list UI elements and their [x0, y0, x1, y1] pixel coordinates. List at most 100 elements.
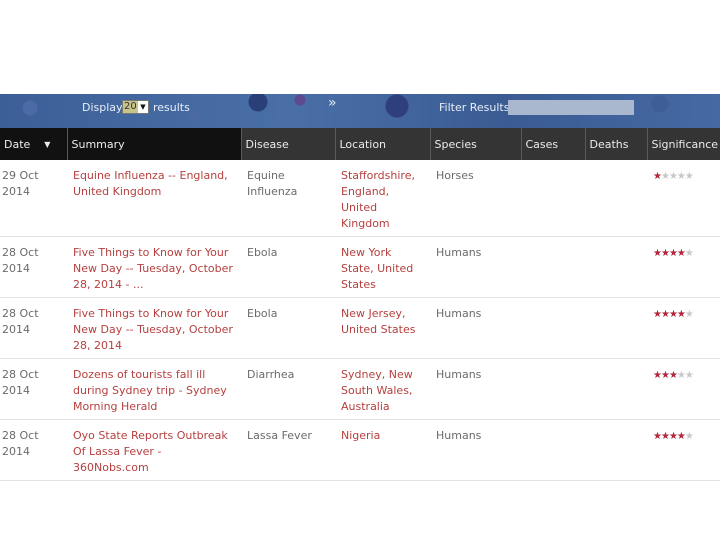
cell-summary: Oyo State Reports Outbreak Of Lassa Feve… — [67, 419, 241, 481]
cell-summary: Dozens of tourists fall ill during Sydne… — [67, 358, 241, 420]
cell-location: Sydney, New South Wales, Australia — [335, 358, 430, 420]
filter-results-label: Filter Results — [439, 101, 510, 114]
cell-significance: ★★★★★ — [647, 297, 720, 359]
star-icon: ★ — [668, 171, 678, 182]
star-icon: ★ — [684, 309, 694, 320]
column-header-disease[interactable]: Disease — [241, 128, 336, 160]
cell-disease: Equine Influenza — [241, 160, 335, 237]
summary-link[interactable]: Oyo State Reports Outbreak Of Lassa Feve… — [73, 429, 228, 474]
cell-date: 28 Oct 2014 — [0, 358, 67, 420]
cell-deaths — [585, 236, 647, 298]
summary-link[interactable]: Five Things to Know for Your New Day -- … — [73, 307, 233, 352]
cell-location: New Jersey, United States — [335, 297, 430, 359]
location-link[interactable]: New Jersey, United States — [341, 307, 416, 336]
dropdown-arrow-icon: ▼ — [138, 101, 148, 113]
table-row: 28 Oct 2014 Dozens of tourists fall ill d… — [0, 358, 720, 420]
cell-deaths — [585, 419, 647, 481]
star-icon: ★ — [684, 431, 694, 442]
cell-species: Horses — [430, 160, 521, 237]
location-link[interactable]: Staffordshire, England, United Kingdom — [341, 169, 415, 230]
summary-link[interactable]: Equine Influenza -- England, United King… — [73, 169, 228, 198]
cell-species: Humans — [430, 358, 521, 420]
cell-significance: ★★★★★ — [647, 160, 720, 237]
star-icon: ★ — [684, 171, 694, 182]
cell-cases — [521, 358, 585, 420]
table-row: 28 Oct 2014 Five Things to Know for Your … — [0, 297, 720, 359]
cell-disease: Ebola — [241, 297, 335, 359]
display-suffix-label: results — [153, 101, 190, 114]
star-icon: ★ — [676, 248, 686, 259]
star-icon: ★ — [676, 171, 686, 182]
cell-significance: ★★★★★ — [647, 236, 720, 298]
star-icon: ★ — [660, 171, 670, 182]
cell-location: New York State, United States — [335, 236, 430, 298]
star-icon: ★ — [653, 248, 662, 259]
cell-cases — [521, 419, 585, 481]
star-icon: ★ — [684, 248, 694, 259]
star-icon: ★ — [653, 171, 662, 182]
cell-date: 28 Oct 2014 — [0, 236, 67, 298]
results-table: Date ▼ Summary Disease Location Species C… — [0, 128, 720, 481]
cell-deaths — [585, 160, 647, 237]
table-row: 29 Oct 2014 Equine Influenza -- England, … — [0, 160, 720, 237]
significance-rating: ★★★★★ — [653, 370, 694, 381]
cell-summary: Five Things to Know for Your New Day -- … — [67, 236, 241, 298]
significance-rating: ★★★★★ — [653, 309, 694, 320]
cell-location: Staffordshire, England, United Kingdom — [335, 160, 430, 237]
column-header-date[interactable]: Date ▼ — [0, 128, 68, 160]
summary-link[interactable]: Dozens of tourists fall ill during Sydne… — [73, 368, 227, 413]
cell-summary: Five Things to Know for Your New Day -- … — [67, 297, 241, 359]
filter-results-input[interactable] — [508, 100, 634, 115]
significance-rating: ★★★★★ — [653, 171, 694, 182]
cell-species: Humans — [430, 236, 521, 298]
cell-disease: Ebola — [241, 236, 335, 298]
cell-cases — [521, 297, 585, 359]
display-count-value: 20 — [124, 101, 137, 112]
cell-species: Humans — [430, 419, 521, 481]
column-header-summary[interactable]: Summary — [67, 128, 242, 160]
location-link[interactable]: Nigeria — [341, 429, 380, 442]
cell-deaths — [585, 358, 647, 420]
significance-rating: ★★★★★ — [653, 431, 694, 442]
cell-significance: ★★★★★ — [647, 419, 720, 481]
cell-deaths — [585, 297, 647, 359]
star-icon: ★ — [653, 431, 662, 442]
column-header-deaths[interactable]: Deaths — [585, 128, 648, 160]
double-chevron-down-icon[interactable]: » — [328, 95, 337, 111]
star-icon: ★ — [660, 431, 670, 442]
star-icon: ★ — [660, 248, 670, 259]
column-header-species[interactable]: Species — [430, 128, 522, 160]
cell-location: Nigeria — [335, 419, 430, 481]
display-count-select[interactable]: 20 ▼ — [122, 100, 149, 114]
cell-disease: Diarrhea — [241, 358, 335, 420]
sort-desc-icon: ▼ — [44, 140, 51, 149]
table-header: Date ▼ Summary Disease Location Species C… — [0, 128, 720, 160]
cell-disease: Lassa Fever — [241, 419, 335, 481]
star-icon: ★ — [668, 309, 678, 320]
star-icon: ★ — [668, 431, 678, 442]
star-icon: ★ — [684, 370, 694, 381]
cell-date: 28 Oct 2014 — [0, 419, 67, 481]
star-icon: ★ — [676, 309, 686, 320]
star-icon: ★ — [676, 431, 686, 442]
cell-cases — [521, 236, 585, 298]
star-icon: ★ — [653, 309, 662, 320]
results-toolbar: Display 20 ▼ results » Filter Results — [0, 94, 720, 128]
table-row: 28 Oct 2014 Oyo State Reports Outbreak Of… — [0, 419, 720, 481]
cell-significance: ★★★★★ — [647, 358, 720, 420]
location-link[interactable]: Sydney, New South Wales, Australia — [341, 368, 413, 413]
location-link[interactable]: New York State, United States — [341, 246, 413, 291]
star-icon: ★ — [660, 370, 670, 381]
column-header-significance[interactable]: Significance — [647, 128, 720, 160]
display-label: Display — [82, 101, 123, 114]
cell-date: 29 Oct 2014 — [0, 160, 67, 237]
summary-link[interactable]: Five Things to Know for Your New Day -- … — [73, 246, 233, 291]
star-icon: ★ — [668, 370, 678, 381]
cell-cases — [521, 160, 585, 237]
column-header-cases[interactable]: Cases — [521, 128, 586, 160]
column-header-location[interactable]: Location — [335, 128, 431, 160]
star-icon: ★ — [676, 370, 686, 381]
cell-date: 28 Oct 2014 — [0, 297, 67, 359]
star-icon: ★ — [668, 248, 678, 259]
cell-summary: Equine Influenza -- England, United King… — [67, 160, 241, 237]
